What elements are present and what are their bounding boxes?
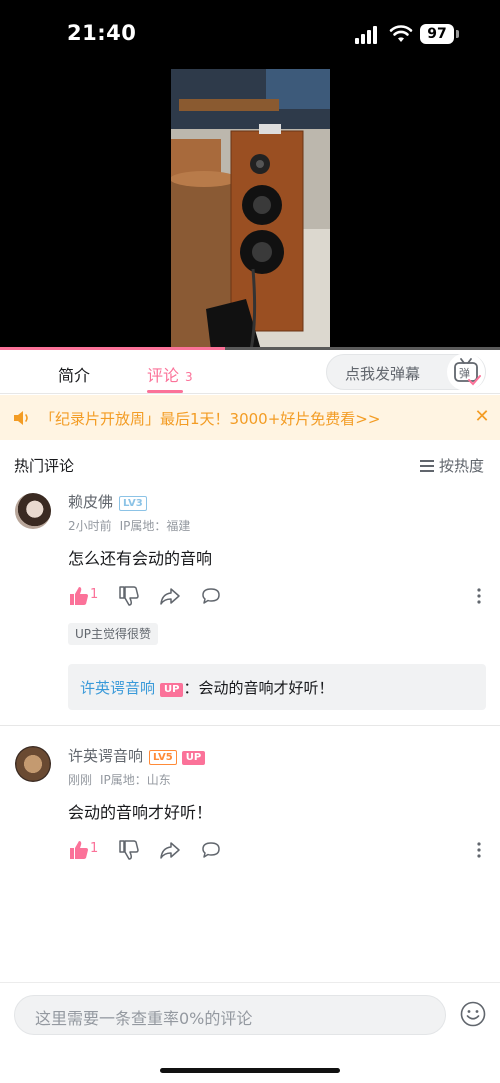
more-options-icon[interactable] <box>471 585 487 607</box>
wifi-icon <box>389 25 413 42</box>
danmaku-toggle-button[interactable]: 弹 <box>447 353 485 391</box>
video-thumbnail <box>171 69 330 350</box>
username: 许英谔音响 <box>68 747 144 765</box>
battery-indicator: 97 <box>420 24 454 44</box>
reply-author[interactable]: 许英谔音响 <box>80 679 155 697</box>
dislike-icon[interactable] <box>118 839 140 861</box>
dislike-icon[interactable] <box>118 585 140 607</box>
comment-text: 怎么还有会动的音响 <box>68 549 213 568</box>
status-bar: 21:40 97 <box>0 0 500 66</box>
comment-item: 许英谔音响 LV5 UP 刚刚 IP属地：山东 会动的音响才好听！ 1 <box>0 738 500 878</box>
level-badge: LV5 <box>149 750 177 765</box>
like-count: 1 <box>90 587 99 602</box>
battery-tip <box>456 30 459 38</box>
up-badge: UP <box>181 751 206 765</box>
comment-item: 赖皮佛 LV3 2小时前 IP属地：福建 怎么还有会动的音响 1 UP主觉得很赞 许… <box>0 485 500 725</box>
hot-comments-title: 热门评论 <box>14 457 75 475</box>
like-icon[interactable] <box>68 839 90 861</box>
sort-icon <box>420 460 434 472</box>
close-icon[interactable]: ✕ <box>472 407 492 427</box>
more-options-icon[interactable] <box>471 839 487 861</box>
comment-text: 会动的音响才好听！ <box>68 803 213 822</box>
comment-time: 刚刚 <box>68 773 93 787</box>
level-badge: LV3 <box>119 496 147 511</box>
comment-author[interactable]: 赖皮佛 LV3 <box>68 491 147 512</box>
reply-icon[interactable] <box>200 839 222 861</box>
comment-divider <box>0 725 500 726</box>
username: 赖皮佛 <box>68 493 114 511</box>
tab-comments[interactable]: 评论 3 <box>147 362 193 386</box>
avatar[interactable] <box>15 493 51 529</box>
danmaku-icon: 弹 <box>454 358 481 386</box>
comment-ip: IP属地：福建 <box>119 519 191 533</box>
comment-time: 2小时前 <box>68 519 112 533</box>
comment-composer-bar: 这里需要一条查重率0%的评论 <box>0 982 500 1083</box>
reply-preview[interactable]: 许英谔音响 UP ：会动的音响才好听！ <box>68 664 486 710</box>
home-indicator <box>160 1068 340 1073</box>
like-icon[interactable] <box>68 585 90 607</box>
tab-comments-label: 评论 <box>147 366 180 385</box>
reply-icon[interactable] <box>200 585 222 607</box>
comment-input[interactable]: 这里需要一条查重率0%的评论 <box>14 995 446 1035</box>
comment-actions: 1 <box>68 585 488 607</box>
comment-ip: IP属地：山东 <box>100 773 171 787</box>
sort-label: 按热度 <box>439 457 485 475</box>
danmaku-input[interactable]: 点我发弹幕 弹 <box>326 353 486 391</box>
speaker-icon <box>14 411 28 425</box>
reply-content: 许英谔音响 UP ：会动的音响才好听！ <box>80 677 333 698</box>
banner-text: 「纪录片开放周」最后1天！3000+好片免费看>> <box>40 410 381 428</box>
comment-meta: 2小时前 IP属地：福建 <box>68 517 198 534</box>
up-badge: UP <box>160 683 184 697</box>
like-count: 1 <box>90 841 99 856</box>
comment-count: 3 <box>185 370 193 384</box>
active-tab-indicator <box>147 390 183 393</box>
up-liked-badge: UP主觉得很赞 <box>68 623 159 645</box>
share-icon[interactable] <box>159 585 181 607</box>
cellular-signal-icon <box>355 26 377 44</box>
emoji-icon[interactable] <box>460 1001 486 1027</box>
svg-text:弹: 弹 <box>459 366 470 380</box>
danmaku-placeholder: 点我发弹幕 <box>345 365 421 383</box>
comment-meta: 刚刚 IP属地：山东 <box>68 771 179 788</box>
status-time: 21:40 <box>67 21 137 45</box>
tab-intro[interactable]: 简介 <box>58 362 90 386</box>
share-icon[interactable] <box>159 839 181 861</box>
avatar[interactable] <box>15 746 51 782</box>
sort-button[interactable]: 按热度 <box>420 455 484 476</box>
comment-input-placeholder: 这里需要一条查重率0%的评论 <box>35 1009 253 1028</box>
comment-actions: 1 <box>68 839 488 861</box>
comment-author[interactable]: 许英谔音响 LV5 UP <box>68 745 206 766</box>
video-player[interactable]: 21:40 97 <box>0 0 500 350</box>
promo-banner[interactable]: 「纪录片开放周」最后1天！3000+好片免费看>> ✕ <box>0 395 500 440</box>
video-frame[interactable] <box>171 69 330 350</box>
reply-text: ：会动的音响才好听！ <box>183 679 334 697</box>
